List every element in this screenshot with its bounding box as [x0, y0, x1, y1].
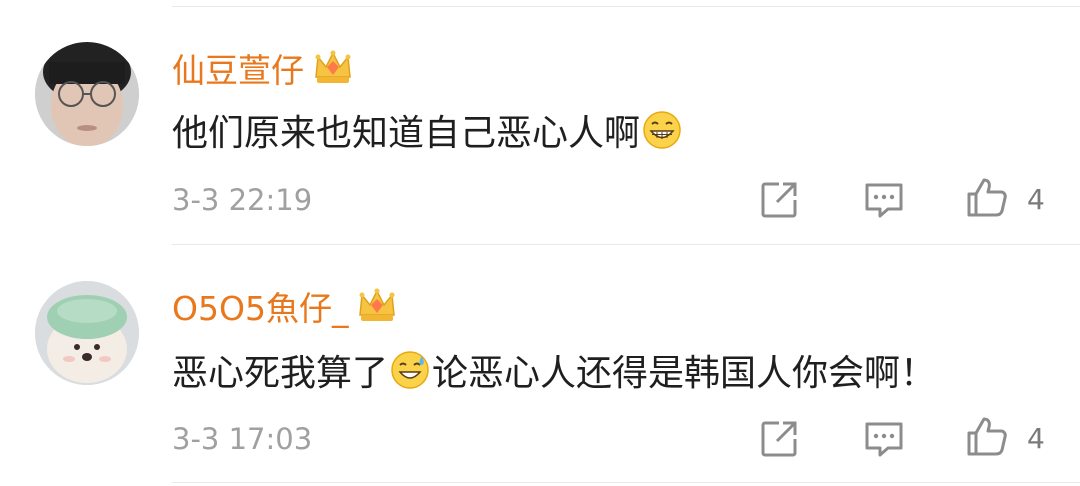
comment-divider — [172, 244, 1080, 245]
comment-text-part: 论恶心人还得是韩国人你会啊！ — [432, 353, 937, 394]
like-icon[interactable] — [965, 415, 1009, 459]
username[interactable]: O5O5魚仔_ — [172, 282, 398, 330]
username-text[interactable]: O5O5魚仔_ — [172, 282, 348, 330]
comment-reply-icon[interactable] — [862, 417, 906, 461]
bottom-divider — [172, 482, 1080, 483]
comment-time: 3-3 17:03 — [172, 422, 313, 456]
avatar[interactable] — [35, 281, 139, 385]
comment-text: 恶心死我算了 论恶心人还得是韩国人你会啊！ — [172, 344, 936, 396]
sweat-smile-emoji — [391, 351, 429, 389]
comment-text-part: 恶心死我算了 — [172, 353, 389, 394]
like-count: 4 — [1027, 422, 1045, 455]
vip-crown-icon — [359, 288, 396, 321]
share-icon[interactable] — [757, 417, 801, 461]
comment-item: O5O5魚仔_ 恶心死我算了 论恶心人还得是韩国人你会啊！ 3-3 17:03 … — [0, 0, 1080, 457]
